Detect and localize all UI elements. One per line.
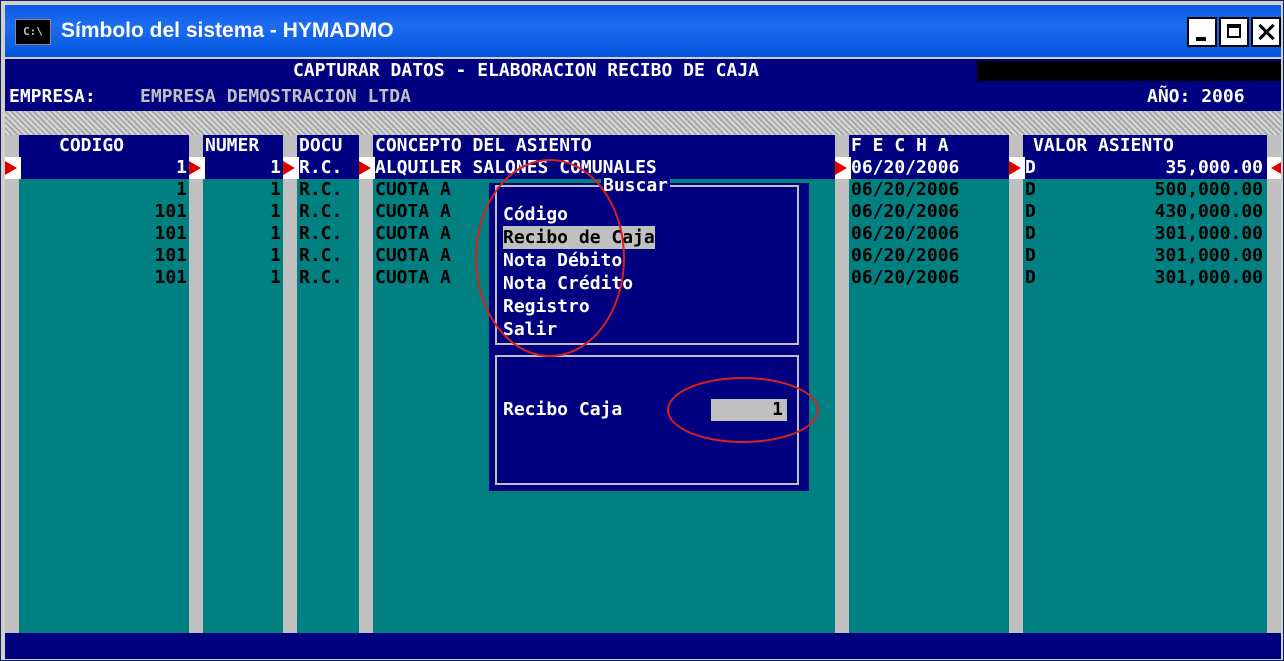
cell-codigo: 1 [176, 179, 187, 200]
year-label-text: AÑO: [1147, 86, 1191, 107]
cell-fecha: 06/20/2006 [851, 201, 960, 222]
cell-concepto: CUOTA A [375, 245, 451, 266]
row-marker-icon [1267, 157, 1281, 179]
cell-dc: D [1025, 223, 1036, 244]
search-option[interactable]: Registro [503, 295, 590, 318]
column-separator [5, 135, 19, 633]
search-popup: Buscar Código Recibo de Caja Nota Débito No… [489, 175, 809, 491]
row-marker-icon [359, 157, 375, 179]
cell-codigo: 101 [154, 267, 187, 288]
empresa-value: EMPRESA DEMOSTRACION LTDA [140, 86, 411, 107]
column-separator [189, 135, 203, 633]
column-header-concepto: CONCEPTO DEL ASIENTO [373, 135, 835, 157]
column-header-documento-label: DOCU [299, 135, 343, 156]
title-bar[interactable]: C:\ Símbolo del sistema - HYMADMO [5, 5, 1281, 57]
cell-valor: 301,000.00 [1154, 267, 1263, 288]
column-separator [1267, 135, 1281, 633]
cell-dc: D [1025, 157, 1036, 178]
window-title: Símbolo del sistema - HYMADMO [61, 19, 394, 42]
search-option[interactable]: Nota Crédito [503, 272, 633, 295]
search-option[interactable]: Nota Débito [503, 249, 622, 272]
row-highlight [19, 157, 189, 179]
hatched-divider [5, 111, 1281, 135]
column-header-documento: DOCU [297, 135, 359, 157]
cell-documento: R.C. [299, 267, 343, 288]
column-separator [1009, 135, 1023, 633]
cell-codigo: 101 [154, 223, 187, 244]
cell-dc: D [1025, 245, 1036, 266]
screen-header: CAPTURAR DATOS - ELABORACION RECIBO DE C… [5, 59, 1281, 111]
screen-caption: CAPTURAR DATOS - ELABORACION RECIBO DE C… [293, 60, 759, 81]
column-separator [835, 135, 849, 633]
cell-numero: 1 [270, 201, 281, 222]
column-header-numero: NUMER [203, 135, 283, 157]
cell-concepto: CUOTA A [375, 223, 451, 244]
close-icon[interactable] [1251, 17, 1281, 47]
cell-numero: 1 [270, 223, 281, 244]
cell-documento: R.C. [299, 179, 343, 200]
column-separator [359, 135, 373, 633]
cell-numero: 1 [270, 157, 281, 178]
column-header-codigo-label: CODIGO [59, 135, 125, 156]
recibo-caja-input[interactable]: 1 [711, 399, 787, 421]
cell-numero: 1 [270, 245, 281, 266]
row-marker-icon [189, 157, 205, 179]
column-header-concepto-label: CONCEPTO DEL ASIENTO [375, 135, 592, 156]
cell-valor: 301,000.00 [1154, 245, 1263, 266]
empresa-label: EMPRESA: [9, 86, 96, 107]
search-option[interactable]: Recibo de Caja [503, 226, 655, 249]
cell-dc: D [1025, 201, 1036, 222]
cell-fecha: 06/20/2006 [851, 179, 960, 200]
row-marker-icon [835, 157, 851, 179]
cell-concepto: CUOTA A [375, 267, 451, 288]
cell-valor: 301,000.00 [1154, 223, 1263, 244]
column-header-valor: VALOR ASIENTO [1023, 135, 1267, 157]
column-separator [283, 135, 297, 633]
recibo-caja-label: Recibo Caja [503, 399, 623, 420]
maximize-icon[interactable] [1219, 17, 1249, 47]
cell-numero: 1 [270, 267, 281, 288]
cell-fecha: 06/20/2006 [851, 223, 960, 244]
console-area[interactable]: CAPTURAR DATOS - ELABORACION RECIBO DE C… [5, 59, 1281, 659]
cell-dc: D [1025, 179, 1036, 200]
cell-fecha: 06/20/2006 [851, 157, 960, 178]
command-prompt-window: C:\ Símbolo del sistema - HYMADMO CAPTUR… [0, 0, 1284, 661]
cell-concepto: CUOTA A [375, 179, 451, 200]
popup-title: Buscar [601, 175, 671, 196]
cell-dc: D [1025, 267, 1036, 288]
cell-codigo: 1 [176, 157, 187, 178]
cell-codigo: 101 [154, 201, 187, 222]
cell-numero: 1 [270, 179, 281, 200]
year-label: AÑO: 2006 [1147, 87, 1245, 107]
row-marker-icon [5, 157, 21, 179]
cell-fecha: 06/20/2006 [851, 245, 960, 266]
cell-documento: R.C. [299, 245, 343, 266]
cell-documento: R.C. [299, 223, 343, 244]
search-option[interactable]: Salir [503, 318, 557, 341]
row-marker-icon [283, 157, 299, 179]
cell-documento: R.C. [299, 201, 343, 222]
year-value: 2006 [1201, 86, 1245, 107]
row-marker-icon [1009, 157, 1025, 179]
status-bar [5, 633, 1281, 659]
column-header-fecha-label: F E C H A [851, 135, 949, 156]
cell-valor: 35,000.00 [1165, 157, 1263, 178]
cell-valor: 430,000.00 [1154, 201, 1263, 222]
minimize-icon[interactable] [1187, 17, 1217, 47]
cell-codigo: 101 [154, 245, 187, 266]
cell-valor: 500,000.00 [1154, 179, 1263, 200]
cell-fecha: 06/20/2006 [851, 267, 960, 288]
column-header-codigo: CODIGO [19, 135, 189, 157]
console-icon[interactable]: C:\ [15, 19, 51, 45]
column-header-numero-label: NUMER [205, 135, 260, 156]
column-header-fecha: F E C H A [849, 135, 1009, 157]
column-header-valor-label: VALOR ASIENTO [1033, 135, 1174, 156]
cell-concepto: CUOTA A [375, 201, 451, 222]
cell-documento: R.C. [299, 157, 343, 178]
search-option[interactable]: Código [503, 203, 568, 226]
caption-bar [977, 61, 1281, 81]
